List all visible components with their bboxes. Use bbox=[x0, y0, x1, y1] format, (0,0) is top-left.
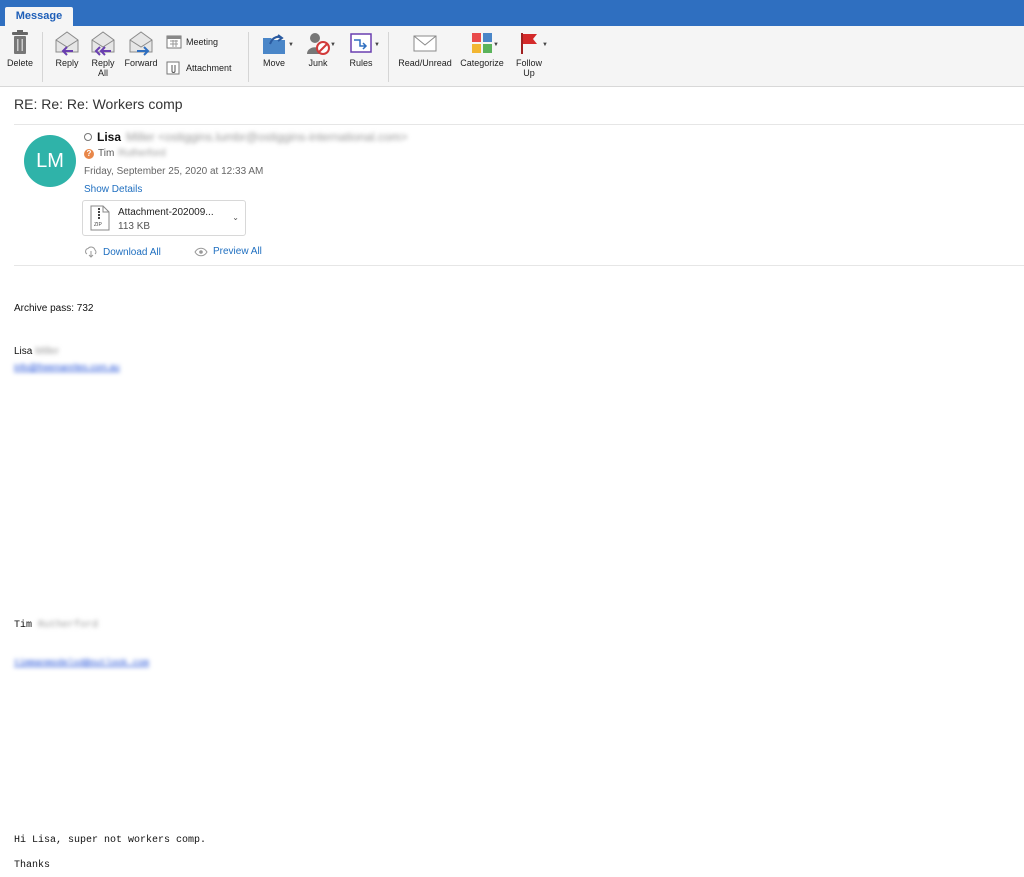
junk-icon bbox=[307, 33, 330, 55]
junk-label: Junk bbox=[308, 58, 328, 68]
move-button[interactable]: Move bbox=[256, 30, 292, 68]
calendar-icon bbox=[166, 35, 182, 49]
ribbon-toolbar: Delete Reply Reply All Forward Meeting A… bbox=[0, 26, 1024, 87]
sender-address: Miller <ostiggins.lumbr@ostiggins-intern… bbox=[126, 130, 408, 144]
paperclip-icon bbox=[166, 61, 180, 75]
signature-lisa: Lisa Miller bbox=[14, 346, 59, 357]
signature-tim-first: Tim bbox=[14, 620, 33, 631]
signature-tim-last: Rutherford bbox=[38, 620, 99, 631]
reply-icon bbox=[55, 31, 79, 56]
recipient-surname: Rutherford bbox=[118, 148, 166, 159]
reply-all-button[interactable]: Reply All bbox=[86, 30, 120, 78]
move-folder-icon bbox=[263, 34, 285, 54]
reply-button[interactable]: Reply bbox=[50, 30, 84, 68]
show-details-link[interactable]: Show Details bbox=[84, 184, 142, 195]
trash-icon bbox=[12, 30, 28, 54]
message-date: Friday, September 25, 2020 at 12:33 AM bbox=[84, 166, 264, 177]
follow-up-label-line1: Follow bbox=[515, 58, 542, 68]
move-dropdown-icon[interactable]: ▼ bbox=[288, 42, 294, 48]
follow-up-dropdown-icon[interactable]: ▼ bbox=[542, 42, 548, 48]
forward-icon bbox=[129, 31, 153, 56]
recipient-row: ? Tim Rutherford bbox=[84, 148, 166, 159]
categorize-label: Categorize bbox=[460, 58, 504, 68]
attachment-card[interactable]: ZIP Attachment-202009... 113 KB ⌄ bbox=[82, 200, 246, 236]
presence-icon bbox=[84, 133, 92, 141]
read-unread-button[interactable]: Read/Unread bbox=[396, 30, 454, 68]
thanks-text: Thanks bbox=[14, 860, 51, 871]
download-all-button[interactable]: Download All bbox=[84, 246, 161, 258]
categorize-dropdown-icon[interactable]: ▼ bbox=[493, 42, 499, 48]
follow-up-label-line2: Up bbox=[523, 68, 535, 78]
eye-icon bbox=[194, 247, 208, 256]
chevron-down-icon[interactable]: ⌄ bbox=[232, 213, 239, 222]
categorize-icon bbox=[472, 33, 492, 53]
preview-all-label: Preview All bbox=[213, 246, 262, 257]
follow-up-button[interactable]: Follow Up bbox=[512, 30, 546, 78]
unknown-contact-icon: ? bbox=[84, 148, 94, 159]
signature-lisa-first: Lisa bbox=[14, 346, 33, 357]
ribbon-divider bbox=[248, 32, 249, 82]
rules-button[interactable]: Rules bbox=[344, 30, 378, 68]
rules-icon bbox=[350, 33, 372, 53]
forward-button[interactable]: Forward bbox=[122, 30, 160, 68]
rules-label: Rules bbox=[349, 58, 373, 68]
body-divider bbox=[14, 265, 1024, 266]
junk-button[interactable]: Junk bbox=[302, 30, 334, 68]
archive-pass-text: Archive pass: 732 bbox=[14, 303, 94, 314]
reply-label: Reply bbox=[55, 58, 79, 68]
attachment-size: 113 KB bbox=[118, 221, 151, 232]
signature-tim-email[interactable]: timmanmodelsd@outlook.com bbox=[14, 658, 149, 668]
flag-icon bbox=[521, 33, 537, 54]
title-bar bbox=[0, 0, 1024, 26]
greeting-text: Hi Lisa, super not workers comp. bbox=[14, 835, 207, 846]
ribbon-divider bbox=[42, 32, 43, 82]
meeting-label: Meeting bbox=[186, 37, 219, 47]
read-unread-label: Read/Unread bbox=[398, 58, 452, 68]
meeting-button[interactable]: Meeting bbox=[166, 35, 218, 49]
delete-label: Delete bbox=[6, 58, 33, 68]
reply-all-label-line1: Reply bbox=[91, 58, 115, 68]
tab-message[interactable]: Message bbox=[5, 7, 73, 26]
sender-name[interactable]: Lisa bbox=[97, 130, 121, 144]
reply-all-label-line2: All bbox=[97, 68, 108, 78]
ribbon-divider bbox=[388, 32, 389, 82]
reply-all-icon bbox=[91, 31, 115, 56]
attachment-button[interactable]: Attachment bbox=[166, 61, 232, 75]
categorize-button[interactable]: Categorize bbox=[456, 30, 508, 68]
sender-row: Lisa Miller <ostiggins.lumbr@ostiggins-i… bbox=[84, 130, 408, 144]
cloud-download-icon bbox=[85, 246, 97, 258]
zip-type-label: ZIP bbox=[94, 222, 102, 228]
signature-lisa-email[interactable]: info@freemanrites.com.au bbox=[14, 362, 120, 372]
preview-all-button[interactable]: Preview All bbox=[194, 246, 262, 257]
envelope-icon bbox=[413, 35, 437, 52]
move-label: Move bbox=[262, 58, 285, 68]
forward-label: Forward bbox=[124, 58, 158, 68]
download-all-label: Download All bbox=[103, 246, 161, 258]
message-subject: RE: Re: Re: Workers comp bbox=[14, 96, 183, 112]
attachment-label: Attachment bbox=[186, 63, 232, 73]
signature-lisa-last: Miller bbox=[35, 346, 60, 357]
delete-button[interactable]: Delete bbox=[4, 30, 36, 68]
rules-dropdown-icon[interactable]: ▼ bbox=[374, 42, 380, 48]
signature-tim: Tim Rutherford bbox=[14, 620, 98, 631]
avatar: LM bbox=[24, 135, 76, 187]
recipient-name[interactable]: Tim bbox=[98, 148, 114, 159]
attachment-name: Attachment-202009... bbox=[118, 207, 214, 218]
junk-dropdown-icon[interactable]: ▼ bbox=[330, 42, 336, 48]
header-divider bbox=[14, 124, 1024, 125]
